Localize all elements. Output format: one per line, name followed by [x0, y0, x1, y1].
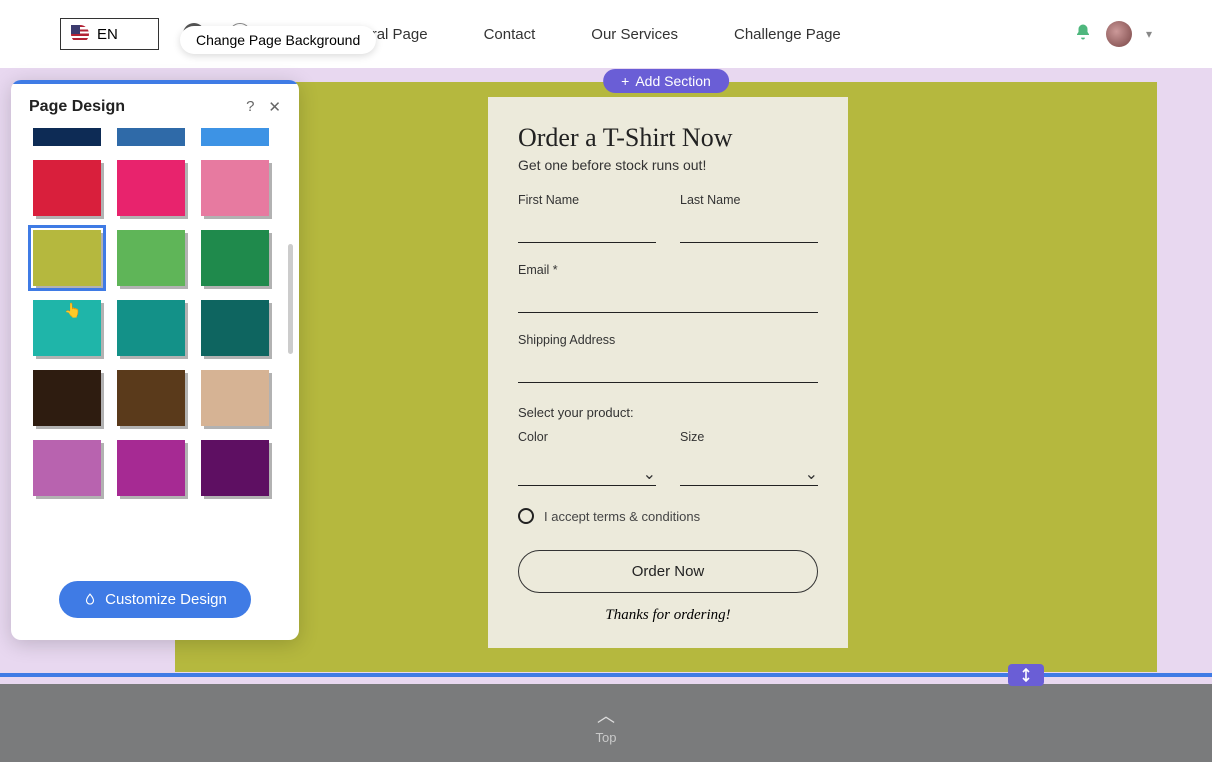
- flag-icon: [71, 25, 89, 43]
- nav-item-contact[interactable]: Contact: [484, 26, 536, 43]
- color-swatch[interactable]: [117, 128, 185, 146]
- email-label: Email *: [518, 263, 818, 277]
- nav-item-services[interactable]: Our Services: [591, 26, 678, 43]
- scrollbar[interactable]: [288, 244, 293, 354]
- color-swatch[interactable]: [117, 160, 185, 216]
- order-button[interactable]: Order Now: [518, 550, 818, 593]
- color-swatch[interactable]: [201, 230, 269, 286]
- color-label: Color: [518, 430, 656, 444]
- shipping-field[interactable]: [518, 365, 818, 383]
- section-resize-handle[interactable]: [1008, 664, 1044, 686]
- form-card[interactable]: Order a T-Shirt Now Get one before stock…: [488, 97, 848, 648]
- size-label: Size: [680, 430, 818, 444]
- first-name-label: First Name: [518, 193, 656, 207]
- color-swatch[interactable]: [117, 230, 185, 286]
- avatar[interactable]: [1106, 21, 1132, 47]
- page-canvas[interactable]: + Add Section Order a T-Shirt Now Get on…: [175, 82, 1157, 672]
- customize-design-button[interactable]: Customize Design: [59, 581, 251, 618]
- thanks-text: Thanks for ordering!: [518, 607, 818, 624]
- color-swatch[interactable]: [117, 300, 185, 356]
- color-swatch[interactable]: [33, 160, 101, 216]
- footer-band: ︿ Top: [0, 684, 1212, 762]
- shipping-label: Shipping Address: [518, 333, 818, 347]
- panel-close-icon[interactable]: ✕: [268, 98, 281, 116]
- language-code: EN: [97, 26, 118, 43]
- color-swatch[interactable]: [117, 370, 185, 426]
- language-selector[interactable]: EN: [60, 18, 159, 50]
- add-section-button[interactable]: + Add Section: [603, 69, 729, 93]
- add-section-label: Add Section: [635, 73, 711, 89]
- chevron-down-icon: ⌄: [643, 464, 656, 484]
- chevron-down-icon[interactable]: ▾: [1146, 27, 1152, 41]
- size-select[interactable]: ⌄: [680, 462, 818, 486]
- color-swatch[interactable]: [33, 128, 101, 146]
- nav-links: New General Page Contact Our Services Ch…: [301, 26, 841, 43]
- customize-design-label: Customize Design: [105, 591, 227, 608]
- color-swatch[interactable]: [201, 300, 269, 356]
- back-to-top-label[interactable]: Top: [596, 730, 617, 745]
- terms-row[interactable]: I accept terms & conditions: [518, 508, 818, 524]
- color-swatch[interactable]: [33, 230, 101, 286]
- nav-item-challenge[interactable]: Challenge Page: [734, 26, 841, 43]
- last-name-field[interactable]: [680, 225, 818, 243]
- swatch-scroll[interactable]: 👆: [11, 124, 299, 569]
- color-swatch[interactable]: [117, 440, 185, 496]
- change-bg-tooltip: Change Page Background: [180, 26, 376, 54]
- select-product-label: Select your product:: [518, 405, 818, 420]
- chevron-down-icon: ⌄: [805, 464, 818, 484]
- color-swatch[interactable]: [33, 370, 101, 426]
- color-swatch[interactable]: [201, 370, 269, 426]
- color-swatch[interactable]: [33, 300, 101, 356]
- last-name-label: Last Name: [680, 193, 818, 207]
- panel-help-icon[interactable]: ?: [246, 98, 254, 116]
- nav-right: ▾: [1074, 21, 1152, 47]
- color-swatch[interactable]: [201, 440, 269, 496]
- panel-title: Page Design: [29, 98, 125, 116]
- droplet-icon: [83, 593, 97, 607]
- form-subtitle: Get one before stock runs out!: [518, 157, 818, 173]
- plus-icon: +: [621, 73, 629, 89]
- color-select[interactable]: ⌄: [518, 462, 656, 486]
- panel-header: Page Design ? ✕: [11, 84, 299, 124]
- bell-icon[interactable]: [1074, 23, 1092, 46]
- email-field[interactable]: [518, 295, 818, 313]
- color-swatch[interactable]: [201, 160, 269, 216]
- terms-checkbox[interactable]: [518, 508, 534, 524]
- color-swatch[interactable]: [33, 440, 101, 496]
- chevron-up-icon[interactable]: ︿: [597, 702, 615, 728]
- page-design-panel: Page Design ? ✕ 👆 Customize Design: [11, 80, 299, 640]
- terms-label: I accept terms & conditions: [544, 509, 700, 524]
- form-title: Order a T-Shirt Now: [518, 123, 818, 153]
- color-swatch[interactable]: [201, 128, 269, 146]
- first-name-field[interactable]: [518, 225, 656, 243]
